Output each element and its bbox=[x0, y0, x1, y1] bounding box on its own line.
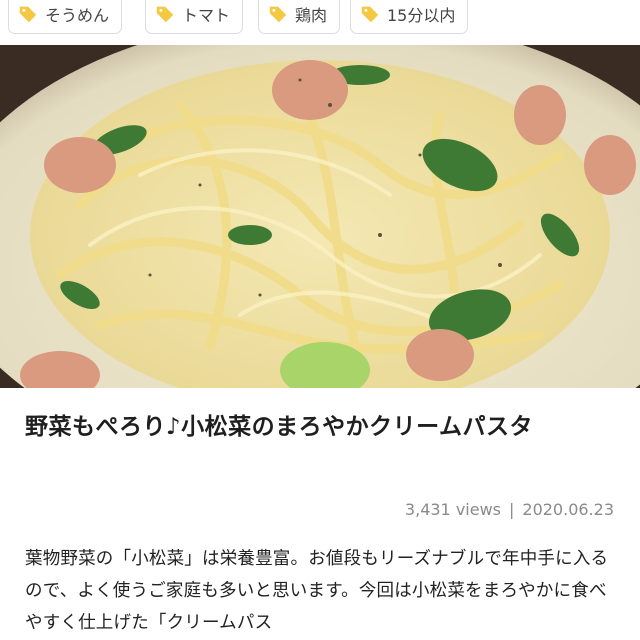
price-tag-icon bbox=[361, 6, 379, 23]
tag-bar: そうめん トマト 鶏肉 15分以内 bbox=[0, 0, 640, 40]
view-count: 3,431 views bbox=[404, 500, 501, 519]
article-title: 野菜もぺろり♪小松菜のまろやかクリームパスタ bbox=[25, 414, 533, 440]
price-tag-icon bbox=[269, 6, 287, 23]
tag-label: トマト bbox=[182, 6, 231, 25]
tag-within-15min[interactable]: 15分以内 bbox=[350, 0, 469, 34]
price-tag-icon bbox=[156, 6, 174, 23]
pasta-image bbox=[0, 45, 640, 388]
tag-somen[interactable]: そうめん bbox=[8, 0, 123, 34]
article-description: 葉物野菜の「小松菜」は栄養豊富。お値段もリーズナブルで年中手に入るので、よく使う… bbox=[25, 549, 609, 633]
price-tag-icon bbox=[19, 6, 37, 23]
tag-label: 15分以内 bbox=[387, 6, 456, 25]
tag-tomato[interactable]: トマト bbox=[145, 0, 244, 34]
recipe-photo[interactable] bbox=[0, 45, 640, 388]
tag-label: 鶏肉 bbox=[295, 6, 328, 25]
tag-chicken[interactable]: 鶏肉 bbox=[258, 0, 341, 34]
publish-date: 2020.06.23 bbox=[522, 500, 614, 519]
article-meta: 3,431 views | 2020.06.23 bbox=[405, 500, 614, 519]
meta-separator: | bbox=[509, 500, 515, 519]
tag-label: そうめん bbox=[45, 6, 110, 25]
